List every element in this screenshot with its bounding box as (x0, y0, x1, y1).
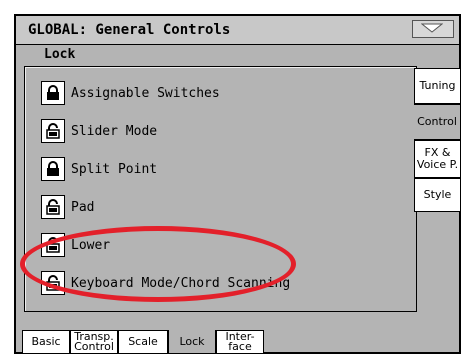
lock-open-icon[interactable] (41, 233, 65, 257)
lock-closed-icon[interactable] (41, 81, 65, 105)
chevron-down-icon (421, 23, 443, 33)
tab-transp-control[interactable]: Transp. Control (70, 330, 118, 354)
lock-item-label: Slider Mode (71, 123, 158, 139)
lock-item-keyboard-mode-chord-scanning[interactable]: Keyboard Mode/Chord Scanning (41, 271, 290, 295)
lock-item-label: Keyboard Mode/Chord Scanning (71, 275, 291, 291)
lock-item-pad[interactable]: Pad (41, 195, 94, 219)
lock-item-label: Lower (71, 237, 111, 253)
page-title: GLOBAL: General Controls (28, 22, 231, 38)
tab-lock[interactable]: Lock (168, 330, 216, 354)
lock-open-icon[interactable] (41, 195, 65, 219)
tab-interface[interactable]: Inter- face (216, 330, 264, 354)
tab-scale[interactable]: Scale (118, 330, 168, 354)
tab-tuning[interactable]: Tuning (414, 68, 461, 104)
lock-item-slider-mode[interactable]: Slider Mode (41, 119, 157, 143)
lock-open-icon[interactable] (41, 119, 65, 143)
lock-item-label: Split Point (71, 161, 158, 177)
lock-panel: Assignable Switches Slider Mode Split Po… (24, 66, 417, 312)
lock-item-lower[interactable]: Lower (41, 233, 110, 257)
title-bar: GLOBAL: General Controls (16, 16, 459, 45)
global-general-controls-screen: GLOBAL: General Controls Lock Assignable… (14, 14, 461, 354)
lock-closed-icon[interactable] (41, 157, 65, 181)
tab-control[interactable]: Control (414, 104, 461, 140)
lock-item-split-point[interactable]: Split Point (41, 157, 157, 181)
lock-open-icon[interactable] (41, 271, 65, 295)
lock-item-label: Pad (71, 199, 95, 215)
tab-style[interactable]: Style (414, 178, 461, 212)
tab-basic[interactable]: Basic (22, 330, 70, 354)
tab-fx-voice-p[interactable]: FX & Voice P. (414, 140, 461, 178)
lock-item-assignable-switches[interactable]: Assignable Switches (41, 81, 220, 105)
section-title: Lock (44, 47, 76, 62)
lock-item-label: Assignable Switches (71, 85, 220, 101)
page-menu-button[interactable] (412, 20, 454, 38)
